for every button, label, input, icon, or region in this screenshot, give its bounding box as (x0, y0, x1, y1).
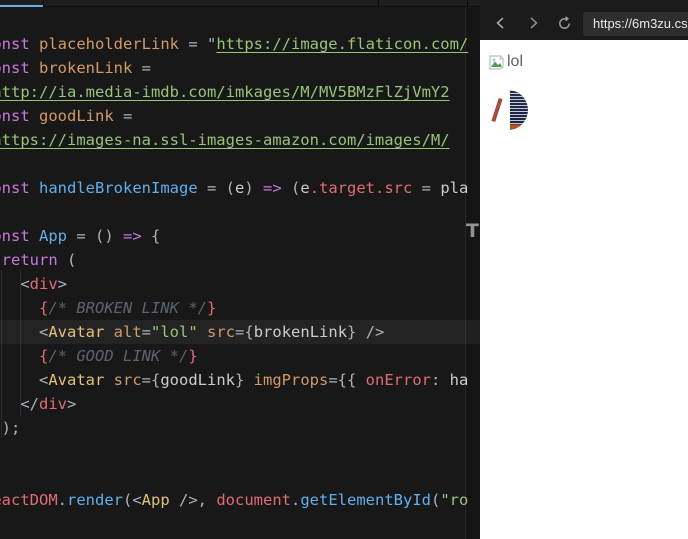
code-line[interactable] (0, 464, 480, 488)
code-line[interactable]: <Avatar alt="lol" src={brokenLink} /> (0, 320, 480, 344)
tab-divider (43, 0, 44, 7)
code-line[interactable]: {/* BROKEN LINK */} (0, 296, 480, 320)
browser-preview-pane: https://6m3zu.cs lol (480, 0, 688, 539)
refresh-icon (558, 16, 570, 29)
chevron-right-icon (530, 17, 538, 29)
code-line[interactable]: </div> (0, 392, 480, 416)
avatar-image (488, 90, 528, 130)
broken-avatar: lol (488, 53, 523, 71)
refresh-button[interactable] (555, 16, 573, 32)
code-line[interactable] (0, 200, 480, 224)
code-line[interactable]: const goodLink = (0, 104, 480, 128)
editor-pane: const placeholderLink = "https://image.f… (0, 0, 480, 539)
code-line[interactable] (0, 152, 480, 176)
code-line[interactable]: const brokenLink = (0, 56, 480, 80)
tab-divider (467, 0, 468, 7)
broken-image-icon (489, 54, 504, 70)
code-line[interactable]: const placeholderLink = "https://image.f… (0, 32, 480, 56)
avatar-alt-text: lol (507, 53, 524, 70)
overlay-t-glyph: T (466, 220, 479, 242)
avatar-image-right-region (510, 90, 528, 130)
code-line[interactable]: ); (0, 416, 480, 440)
code-line[interactable]: 'http://ia.media-imdb.com/imkages/M/MV5B… (0, 80, 480, 104)
code-line[interactable]: <div> (0, 272, 480, 296)
code-line[interactable]: 'https://images-na.ssl-images-amazon.com… (0, 128, 480, 152)
code-line[interactable]: {/* GOOD LINK */} (0, 344, 480, 368)
preview-page: lol (480, 40, 688, 539)
editor-tab-bar[interactable] (0, 0, 480, 7)
code-line[interactable]: const handleBrokenImage = (e) => (e.targ… (0, 176, 480, 200)
code-line[interactable]: return ( (0, 248, 480, 272)
chevron-left-icon (496, 17, 504, 29)
code-line[interactable] (0, 8, 480, 32)
active-tab-underline (0, 5, 43, 7)
code-area[interactable]: const placeholderLink = "https://image.f… (0, 8, 480, 512)
forward-button[interactable] (524, 16, 542, 32)
code-line[interactable]: }; (0, 440, 480, 464)
url-input[interactable]: https://6m3zu.cs (583, 12, 688, 36)
back-button[interactable] (492, 16, 510, 32)
code-line[interactable]: <Avatar src={goodLink} imgProps={{ onErr… (0, 368, 480, 392)
code-line[interactable]: ReactDOM.render(<App />, document.getEle… (0, 488, 480, 512)
tab-divider (378, 0, 379, 7)
code-line[interactable]: const App = () => { (0, 224, 480, 248)
browser-toolbar: https://6m3zu.cs (480, 0, 688, 40)
